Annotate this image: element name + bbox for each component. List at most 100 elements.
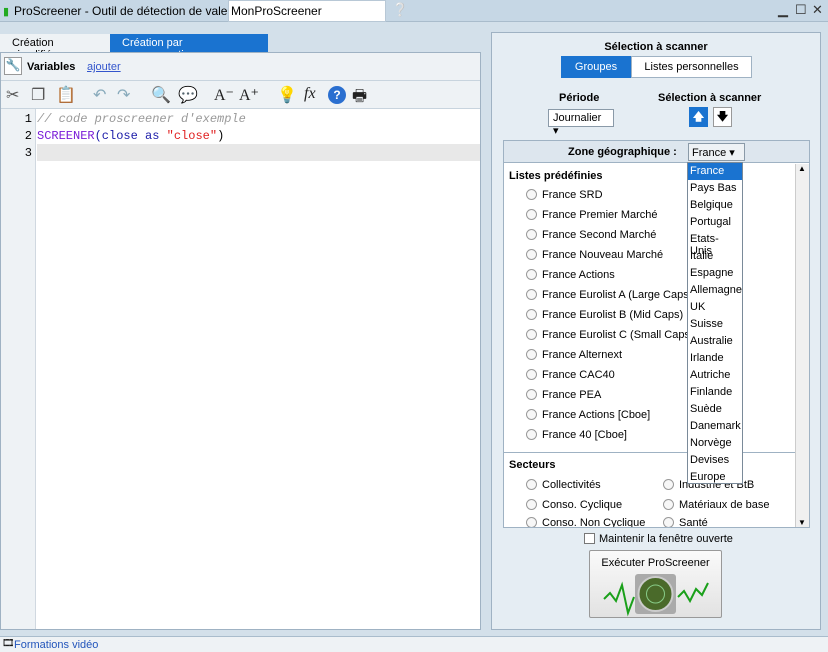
maximize-button[interactable]: ☐ <box>795 2 807 18</box>
zone-option[interactable]: Espagne <box>688 265 742 282</box>
code-text: ) <box>217 129 225 143</box>
list-label: France SRD <box>542 189 603 201</box>
zone-option[interactable]: Europe <box>688 469 742 486</box>
groups-button[interactable]: Groupes <box>561 56 631 78</box>
list-label: France Second Marché <box>542 229 657 241</box>
zone-option[interactable]: Belgique <box>688 197 742 214</box>
tab-programming-creation[interactable]: Création par programmation <box>110 34 268 61</box>
code-comment[interactable]: // code proscreener d'exemple <box>37 112 246 126</box>
zone-option[interactable]: Suède <box>688 401 742 418</box>
zone-option[interactable]: Norvège <box>688 435 742 452</box>
predefined-list-radio[interactable]: France Eurolist B (Mid Caps) <box>526 309 683 321</box>
zone-option[interactable]: Italie <box>688 248 742 265</box>
radio-icon <box>526 289 537 300</box>
period-select[interactable]: Journalier ▾ <box>548 109 614 137</box>
zone-option[interactable]: Etats-Unis <box>688 231 742 257</box>
copy-icon[interactable]: ❐ <box>31 85 45 105</box>
line-number: 3 <box>24 146 32 160</box>
help-icon[interactable]: ? <box>328 86 346 104</box>
predefined-list-radio[interactable]: France PEA <box>526 389 601 401</box>
undo-icon[interactable]: ↶ <box>93 85 106 105</box>
close-button[interactable]: ✕ <box>812 2 823 18</box>
help-document-icon[interactable]: ❔ <box>392 2 412 20</box>
scrollbar[interactable]: ▲ ▼ <box>795 164 809 527</box>
zone-option[interactable]: Danemark <box>688 418 742 435</box>
screener-name-input[interactable]: MonProScreener <box>228 0 386 22</box>
personal-lists-button[interactable]: Listes personnelles <box>631 56 752 78</box>
redo-icon[interactable]: ↷ <box>117 85 130 105</box>
list-label: France Eurolist B (Mid Caps) <box>542 309 684 321</box>
sector-radio[interactable]: Conso. Non Cyclique <box>526 517 645 527</box>
sort-up-button[interactable]: 🡅 <box>689 107 708 127</box>
predefined-list-radio[interactable]: France Second Marché <box>526 229 656 241</box>
zone-option[interactable]: Allemagne <box>688 282 742 299</box>
predefined-list-radio[interactable]: France Eurolist C (Small Caps) <box>526 329 694 341</box>
increase-font-icon[interactable]: A⁺ <box>239 85 259 105</box>
list-label: France Premier Marché <box>542 209 658 221</box>
paste-icon[interactable]: 📋 <box>56 85 76 105</box>
zone-option[interactable]: Portugal <box>688 214 742 231</box>
line-gutter: 1 2 3 <box>1 109 36 629</box>
predefined-list-radio[interactable]: France Eurolist A (Large Caps) <box>526 289 692 301</box>
radio-icon <box>526 429 537 440</box>
predefined-list-radio[interactable]: France Actions <box>526 269 615 281</box>
window-title: ProScreener - Outil de détection de vale… <box>14 4 245 18</box>
run-proscreener-button[interactable]: Exécuter ProScreener <box>589 550 722 618</box>
period-value: Journalier <box>553 112 602 124</box>
sector-radio[interactable]: Santé <box>663 517 708 527</box>
period-label: Période <box>559 92 600 104</box>
line-number: 2 <box>24 129 32 143</box>
list-label: France 40 [Cboe] <box>542 429 627 441</box>
lightbulb-icon[interactable]: 💡 <box>277 85 297 105</box>
radar-icon <box>603 574 709 617</box>
zone-dropdown-list[interactable]: France Pays Bas Belgique Portugal Etats-Unis… <box>687 162 743 484</box>
predefined-list-radio[interactable]: France Alternext <box>526 349 622 361</box>
zone-option[interactable]: France <box>688 163 742 180</box>
video-training-link[interactable]: Formations vidéo <box>14 639 98 651</box>
sector-label: Conso. Non Cyclique <box>542 517 646 527</box>
predefined-list-radio[interactable]: France Actions [Cboe] <box>526 409 650 421</box>
zone-bar: Zone géographique : France ▾ <box>504 141 809 163</box>
print-icon[interactable]: 🖶 <box>352 85 367 112</box>
scroll-up-icon[interactable]: ▲ <box>798 164 806 173</box>
divider <box>504 452 795 453</box>
code-line[interactable]: SCREENER(close as "close") <box>37 129 224 143</box>
zone-option[interactable]: Autriche <box>688 367 742 384</box>
sector-radio[interactable]: Matériaux de base <box>663 499 770 511</box>
market-list-box: Zone géographique : France ▾ Listes préd… <box>503 140 810 528</box>
predefined-list-radio[interactable]: France Nouveau Marché <box>526 249 663 261</box>
zone-label: Zone géographique : <box>568 146 677 158</box>
zone-option[interactable]: UK <box>688 299 742 316</box>
radio-icon <box>526 189 537 200</box>
comment-icon[interactable]: 💬 <box>178 85 198 105</box>
zone-option[interactable]: Finlande <box>688 384 742 401</box>
zone-option[interactable]: Australie <box>688 333 742 350</box>
zone-option[interactable]: Irlande <box>688 350 742 367</box>
wrench-icon[interactable]: 🔧 <box>4 57 22 75</box>
minimize-button[interactable]: ▁ <box>778 2 788 18</box>
zone-option[interactable]: Devises <box>688 452 742 469</box>
predefined-list-radio[interactable]: France SRD <box>526 189 603 201</box>
tab-simple-creation[interactable]: Création simplifiée <box>0 34 110 61</box>
predefined-list-radio[interactable]: France Premier Marché <box>526 209 658 221</box>
function-icon[interactable]: fx <box>304 85 316 103</box>
editor-toolbar: ✂ ❐ 📋 ↶ ↷ 🔍 💬 A⁻ A⁺ 💡 fx ? 🖶 <box>1 81 480 109</box>
add-variable-link[interactable]: ajouter <box>87 61 121 73</box>
selection-order-label: Sélection à scanner <box>658 92 762 104</box>
sort-down-button[interactable]: 🡇 <box>713 107 732 127</box>
predefined-list-radio[interactable]: France CAC40 <box>526 369 615 381</box>
zone-option[interactable]: Pays Bas <box>688 180 742 197</box>
scroll-down-icon[interactable]: ▼ <box>798 518 806 527</box>
sector-radio[interactable]: Conso. Cyclique <box>526 499 622 511</box>
zone-option[interactable]: Suisse <box>688 316 742 333</box>
keep-open-label: Maintenir la fenêtre ouverte <box>599 533 733 545</box>
cut-icon[interactable]: ✂ <box>6 85 19 105</box>
decrease-font-icon[interactable]: A⁻ <box>214 85 234 105</box>
keep-open-checkbox[interactable]: Maintenir la fenêtre ouverte <box>584 533 733 545</box>
predefined-list-radio[interactable]: France 40 [Cboe] <box>526 429 627 441</box>
zone-select[interactable]: France ▾ <box>688 143 745 161</box>
radio-icon <box>526 329 537 340</box>
sector-radio[interactable]: Collectivités <box>526 479 601 491</box>
search-icon[interactable]: 🔍 <box>151 85 171 105</box>
